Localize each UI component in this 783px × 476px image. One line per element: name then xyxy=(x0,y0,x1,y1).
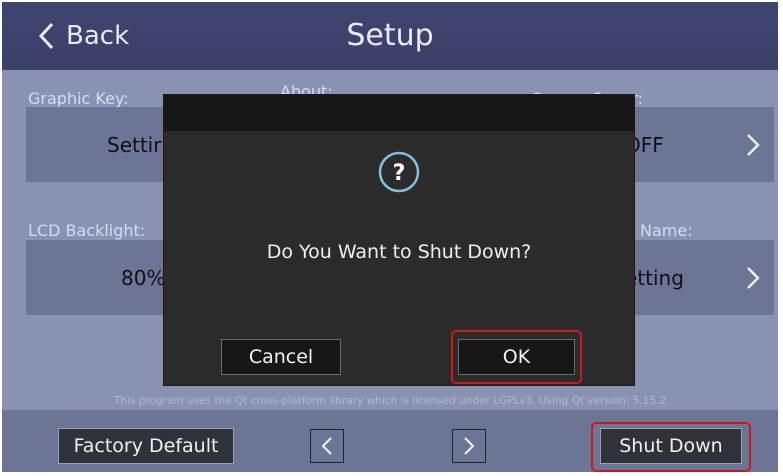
header-bar: Back Setup xyxy=(2,2,778,70)
page-title: Setup xyxy=(346,18,434,53)
shutdown-dialog: ? Do You Want to Shut Down? Cancel OK xyxy=(164,95,634,385)
cancel-button[interactable]: Cancel xyxy=(221,339,341,375)
ok-button[interactable]: OK xyxy=(458,339,575,375)
dialog-titlebar xyxy=(164,95,634,131)
svg-text:?: ? xyxy=(393,161,406,186)
setup-screen: Back Setup Graphic Key: Settir About: Sc… xyxy=(2,2,778,472)
dialog-message: Do You Want to Shut Down? xyxy=(266,241,532,263)
question-icon: ? xyxy=(378,151,420,193)
